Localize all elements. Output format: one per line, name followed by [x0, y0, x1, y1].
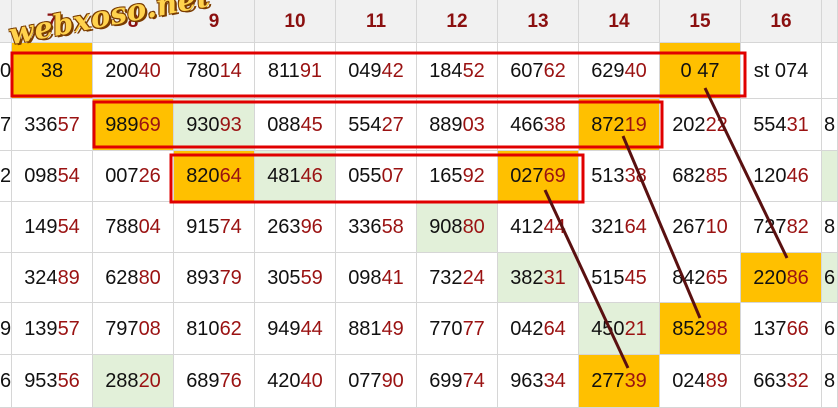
table-cell: 324 89 [12, 253, 93, 303]
table-cell: 953 56 [12, 355, 93, 408]
table-cell: 077 90 [336, 355, 417, 408]
table-cell: 420 40 [255, 355, 336, 408]
table-cell: 682 85 [660, 151, 741, 202]
table-cell: 629 40 [579, 43, 660, 99]
table-cell: 049 42 [336, 43, 417, 99]
table-cell: 852 98 [660, 303, 741, 355]
table-cell: 699 74 [417, 355, 498, 408]
table-cell: 277 39 [579, 355, 660, 408]
table-cell: 0 [0, 43, 12, 99]
column-header [822, 0, 838, 43]
table-cell: 811 91 [255, 43, 336, 99]
table-cell: 6 [822, 303, 838, 355]
table-cell: 872 19 [579, 99, 660, 151]
table-cell: 288 20 [93, 355, 174, 408]
table-cell: 515 45 [579, 253, 660, 303]
table-cell: 7 [0, 99, 12, 151]
table-cell [822, 151, 838, 202]
table-cell: 554 31 [741, 99, 822, 151]
table-cell: 382 31 [498, 253, 579, 303]
table-cell: 220 86 [741, 253, 822, 303]
table-cell: 788 04 [93, 202, 174, 253]
column-header: 10 [255, 0, 336, 43]
table-cell: 810 62 [174, 303, 255, 355]
table-cell: 930 93 [174, 99, 255, 151]
table-cell: 088 45 [255, 99, 336, 151]
table-cell: 0 47 [660, 43, 741, 99]
table-cell: 607 62 [498, 43, 579, 99]
table-cell: 689 76 [174, 355, 255, 408]
table-cell: 120 46 [741, 151, 822, 202]
table-cell: 893 79 [174, 253, 255, 303]
column-header: 11 [336, 0, 417, 43]
table-cell: 732 24 [417, 253, 498, 303]
table-cell: 336 57 [12, 99, 93, 151]
table-cell: 908 80 [417, 202, 498, 253]
table-cell: 949 44 [255, 303, 336, 355]
column-header: 14 [579, 0, 660, 43]
table-cell: 727 82 [741, 202, 822, 253]
table-cell: 842 65 [660, 253, 741, 303]
table-cell: 305 59 [255, 253, 336, 303]
table-cell: 963 34 [498, 355, 579, 408]
table-cell: 628 80 [93, 253, 174, 303]
table-cell [822, 43, 838, 99]
table-cell: 6 [0, 355, 12, 408]
column-header: 15 [660, 0, 741, 43]
table-cell: 513 38 [579, 151, 660, 202]
table-cell: 554 27 [336, 99, 417, 151]
table-cell: 797 08 [93, 303, 174, 355]
table-cell: 137 66 [741, 303, 822, 355]
table-cell: 027 69 [498, 151, 579, 202]
table-cell: 450 21 [579, 303, 660, 355]
table-cell: 770 77 [417, 303, 498, 355]
table-cell: 38 [12, 43, 93, 99]
table-cell: 8 [822, 99, 838, 151]
table-cell: 8 [822, 355, 838, 408]
table-cell: 881 49 [336, 303, 417, 355]
table-cell: 466 38 [498, 99, 579, 151]
table-cell: 2 [0, 151, 12, 202]
column-header: 12 [417, 0, 498, 43]
table-cell: 481 46 [255, 151, 336, 202]
column-header: 16 [741, 0, 822, 43]
table-cell: 139 57 [12, 303, 93, 355]
table-cell: 184 52 [417, 43, 498, 99]
table-cell: 267 10 [660, 202, 741, 253]
table-cell: 412 44 [498, 202, 579, 253]
table-cell: 889 03 [417, 99, 498, 151]
table-cell: 098 54 [12, 151, 93, 202]
table-cell: 149 54 [12, 202, 93, 253]
table-cell [0, 253, 12, 303]
table-cell: 915 74 [174, 202, 255, 253]
table-cell: 321 64 [579, 202, 660, 253]
results-table: 7 8 9 10 11 12 13 14 15 16 0 38 200 40 780 14 811 91 049 42… [0, 0, 838, 408]
table-cell: 024 89 [660, 355, 741, 408]
table-cell: st 074 [741, 43, 822, 99]
table-cell: 200 40 [93, 43, 174, 99]
table-cell: 6 [822, 253, 838, 303]
table-cell: 055 07 [336, 151, 417, 202]
table-cell: 336 58 [336, 202, 417, 253]
table-cell: 007 26 [93, 151, 174, 202]
table-cell: 165 92 [417, 151, 498, 202]
table-cell: 780 14 [174, 43, 255, 99]
table-cell: 989 69 [93, 99, 174, 151]
table-cell [0, 202, 12, 253]
table-cell: 8 [822, 202, 838, 253]
table-cell: 9 [0, 303, 12, 355]
table-cell: 263 96 [255, 202, 336, 253]
table-cell: 098 41 [336, 253, 417, 303]
table-cell: 663 32 [741, 355, 822, 408]
table-cell: 202 22 [660, 99, 741, 151]
table-cell: 042 64 [498, 303, 579, 355]
column-header: 13 [498, 0, 579, 43]
table-cell: 820 64 [174, 151, 255, 202]
